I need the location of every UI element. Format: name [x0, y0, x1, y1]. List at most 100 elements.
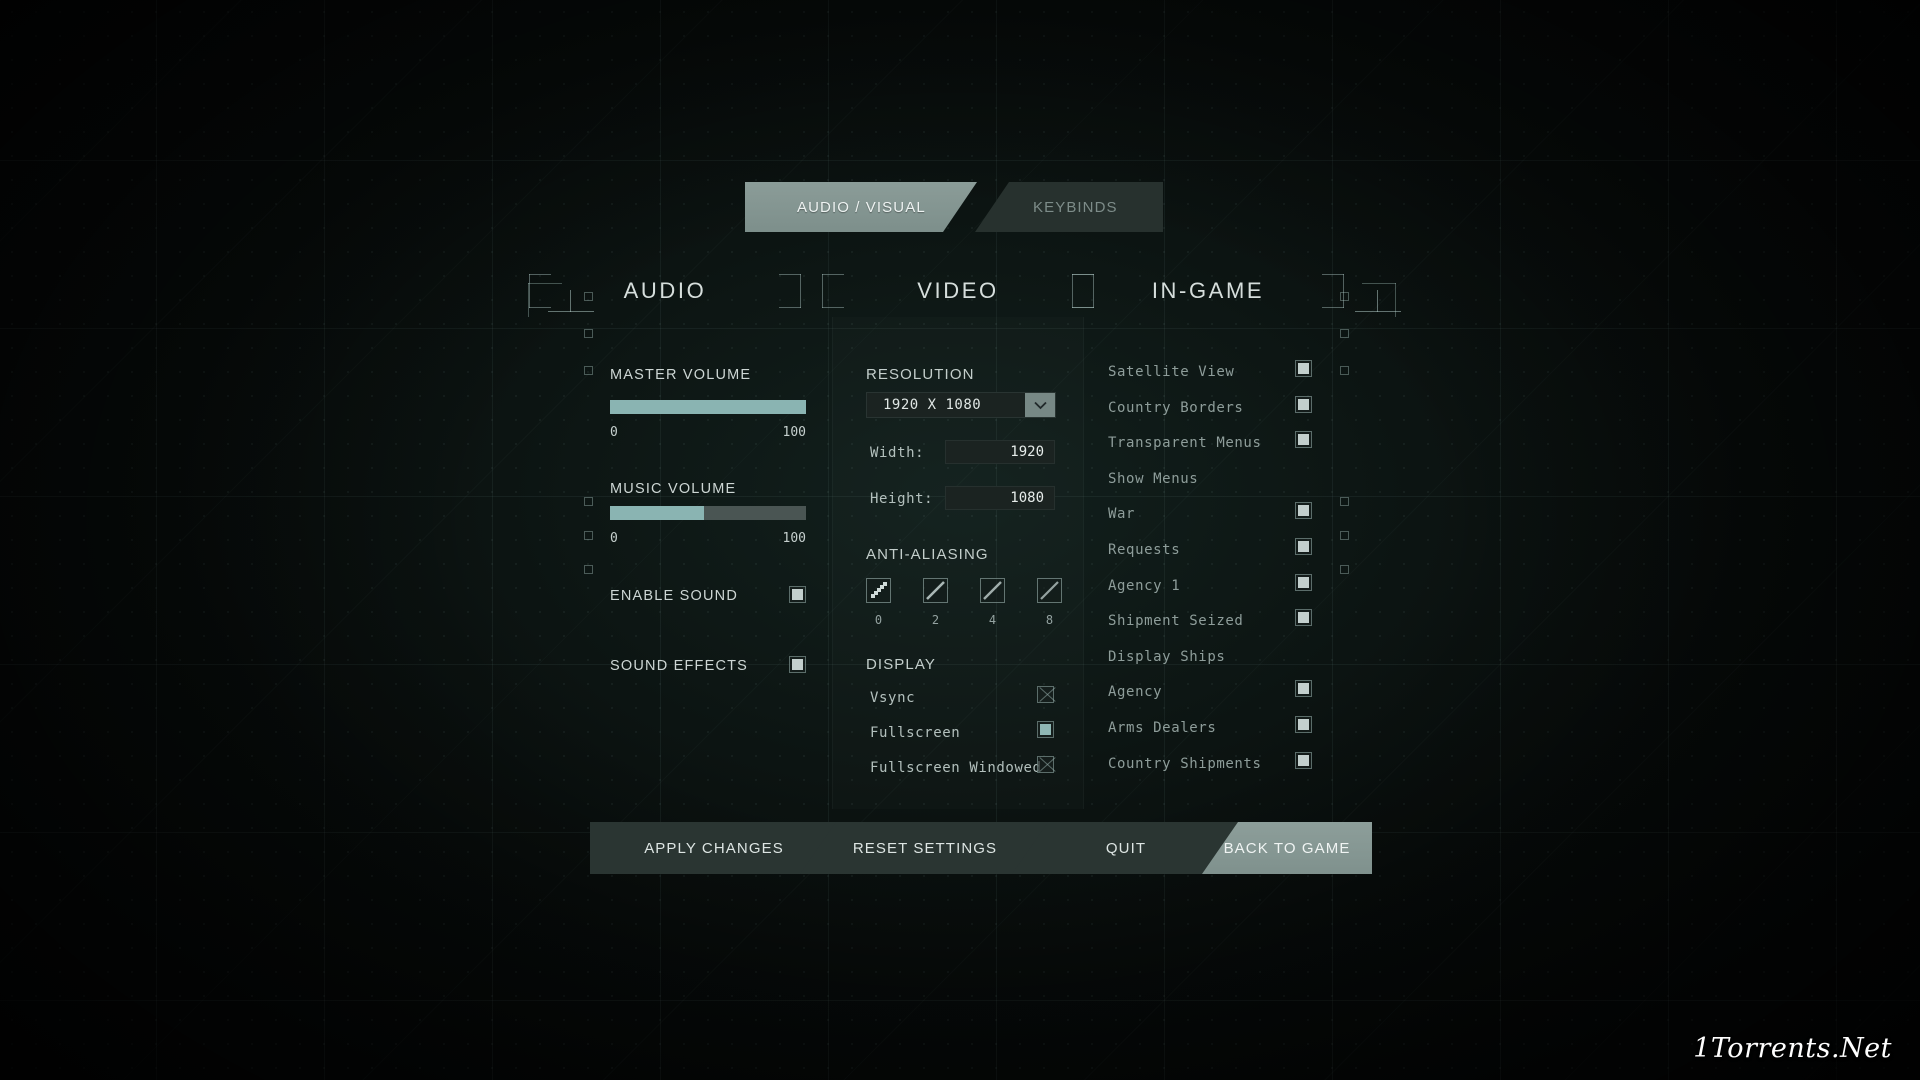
aa-option-8[interactable]: [1037, 578, 1062, 603]
ingame-option-label: Shipment Seized: [1108, 613, 1244, 630]
hud-square-marker: [1340, 565, 1349, 574]
ingame-option-label: Country Borders: [1108, 399, 1244, 416]
aa-label-4: 4: [988, 613, 997, 627]
bracket-left-icon: [822, 274, 844, 308]
ingame-option-checkbox[interactable]: [1295, 716, 1312, 733]
hud-square-marker: [584, 366, 593, 375]
tab-keybinds-label: KEYBINDS: [1033, 198, 1118, 216]
ingame-option-checkbox[interactable]: [1295, 360, 1312, 377]
music-volume-max: 100: [782, 531, 806, 546]
tab-keybinds[interactable]: KEYBINDS: [975, 182, 1163, 232]
section-title-ingame: IN-GAME: [1151, 278, 1265, 303]
master-volume-scale: 0 100: [610, 425, 806, 440]
ingame-option-checkbox[interactable]: [1295, 431, 1312, 449]
fullscreen-checkbox[interactable]: [1037, 721, 1054, 738]
ingame-option-checkbox[interactable]: [1295, 502, 1312, 520]
section-title-video: VIDEO: [917, 278, 999, 303]
master-volume-max: 100: [782, 425, 806, 440]
fullscreen-label: Fullscreen: [870, 725, 961, 741]
ingame-option-label: Transparent Menus: [1108, 435, 1262, 452]
ingame-option-checkbox[interactable]: [1295, 395, 1312, 413]
apply-changes-label: APPLY CHANGES: [644, 839, 784, 857]
quit-button[interactable]: QUIT: [1012, 822, 1240, 874]
ingame-option-label: Agency 1: [1108, 577, 1181, 594]
ingame-option-checkbox[interactable]: [1295, 680, 1312, 698]
checkbox-fill: [1298, 434, 1309, 446]
music-volume-slider[interactable]: [610, 506, 806, 520]
music-volume-min: 0: [610, 531, 618, 546]
quit-label: QUIT: [1105, 839, 1147, 857]
checkbox-fill: [1298, 719, 1309, 730]
section-header-ingame: IN-GAME: [1072, 268, 1344, 314]
hud-square-marker: [1340, 531, 1349, 540]
ingame-option-checkbox[interactable]: [1295, 573, 1312, 591]
checkbox-fill: [792, 589, 803, 600]
enable-sound-label: ENABLE SOUND: [610, 588, 739, 604]
hud-square-marker: [584, 329, 593, 338]
checkbox-fill: [1040, 724, 1051, 735]
bracket-left-icon: [1072, 274, 1094, 308]
anti-aliasing-group-title: ANTI-ALIASING: [866, 546, 989, 563]
section-title-audio: AUDIO: [623, 278, 707, 303]
resolution-dropdown[interactable]: 1920 X 1080: [866, 392, 1056, 418]
checkbox-fill: [1040, 759, 1051, 770]
chevron-down-icon[interactable]: [1025, 393, 1055, 417]
master-volume-min: 0: [610, 425, 618, 440]
width-input[interactable]: 1920: [945, 440, 1055, 464]
master-volume-label: MASTER VOLUME: [610, 367, 752, 383]
smooth-diagonal-icon: [926, 581, 945, 600]
checkbox-fill: [1298, 363, 1309, 374]
master-volume-slider[interactable]: [610, 400, 806, 414]
width-label: Width:: [870, 445, 925, 461]
aa-option-2[interactable]: [923, 578, 948, 603]
height-label: Height:: [870, 491, 934, 507]
music-volume-fill: [610, 506, 705, 520]
height-input[interactable]: 1080: [945, 486, 1055, 510]
reset-settings-button[interactable]: RESET SETTINGS: [800, 822, 1050, 874]
ingame-option-label: Country Shipments: [1108, 755, 1262, 772]
fullscreen-windowed-checkbox[interactable]: [1037, 756, 1054, 773]
aa-label-8: 8: [1045, 613, 1054, 627]
ingame-option-checkbox[interactable]: [1295, 751, 1312, 769]
ingame-option-label: Requests: [1108, 542, 1181, 558]
aa-option-0[interactable]: [866, 578, 891, 603]
ingame-option-checkbox[interactable]: [1295, 538, 1312, 555]
tab-audio-visual[interactable]: AUDIO / VISUAL: [745, 182, 977, 232]
sound-effects-label: SOUND EFFECTS: [610, 658, 749, 674]
checkbox-fill: [1298, 754, 1309, 766]
hud-square-marker: [1340, 497, 1349, 506]
ingame-option-label: War: [1108, 506, 1136, 523]
ingame-option-label: Satellite View: [1108, 364, 1235, 380]
smooth-diagonal-icon: [1040, 581, 1059, 600]
apply-changes-button[interactable]: APPLY CHANGES: [590, 822, 838, 874]
hud-square-marker: [1340, 366, 1349, 375]
ingame-option-label: Show Menus: [1108, 470, 1199, 487]
checkbox-fill: [1298, 505, 1309, 517]
checkbox-fill: [792, 659, 803, 670]
reset-settings-label: RESET SETTINGS: [852, 839, 998, 857]
music-volume-label: MUSIC VOLUME: [610, 481, 737, 497]
settings-button-bar: APPLY CHANGES RESET SETTINGS QUIT BACK T…: [590, 822, 1372, 874]
vsync-label: Vsync: [870, 690, 916, 706]
resolution-group-title: RESOLUTION: [866, 366, 975, 383]
hud-square-marker: [584, 531, 593, 540]
smooth-diagonal-icon: [983, 581, 1002, 600]
back-to-game-label: BACK TO GAME: [1223, 839, 1351, 857]
section-header-video: VIDEO: [822, 268, 1094, 314]
aa-option-4[interactable]: [980, 578, 1005, 603]
aa-label-0: 0: [874, 613, 883, 627]
checkbox-fill: [1298, 612, 1309, 624]
checkbox-fill: [1298, 398, 1309, 410]
hud-square-marker: [584, 565, 593, 574]
enable-sound-checkbox[interactable]: [789, 586, 806, 603]
ingame-option-label: Arms Dealers: [1108, 720, 1217, 736]
checkbox-fill: [1298, 576, 1309, 588]
site-watermark: 1Torrents.Net: [1693, 1033, 1892, 1064]
fullscreen-windowed-label: Fullscreen Windowed: [870, 760, 1042, 776]
hud-tee-marker: [1355, 290, 1401, 312]
vsync-checkbox[interactable]: [1037, 686, 1054, 703]
sound-effects-checkbox[interactable]: [789, 656, 806, 673]
resolution-dropdown-value: 1920 X 1080: [883, 397, 982, 413]
checkbox-fill: [1298, 683, 1309, 695]
ingame-option-checkbox[interactable]: [1295, 609, 1312, 627]
